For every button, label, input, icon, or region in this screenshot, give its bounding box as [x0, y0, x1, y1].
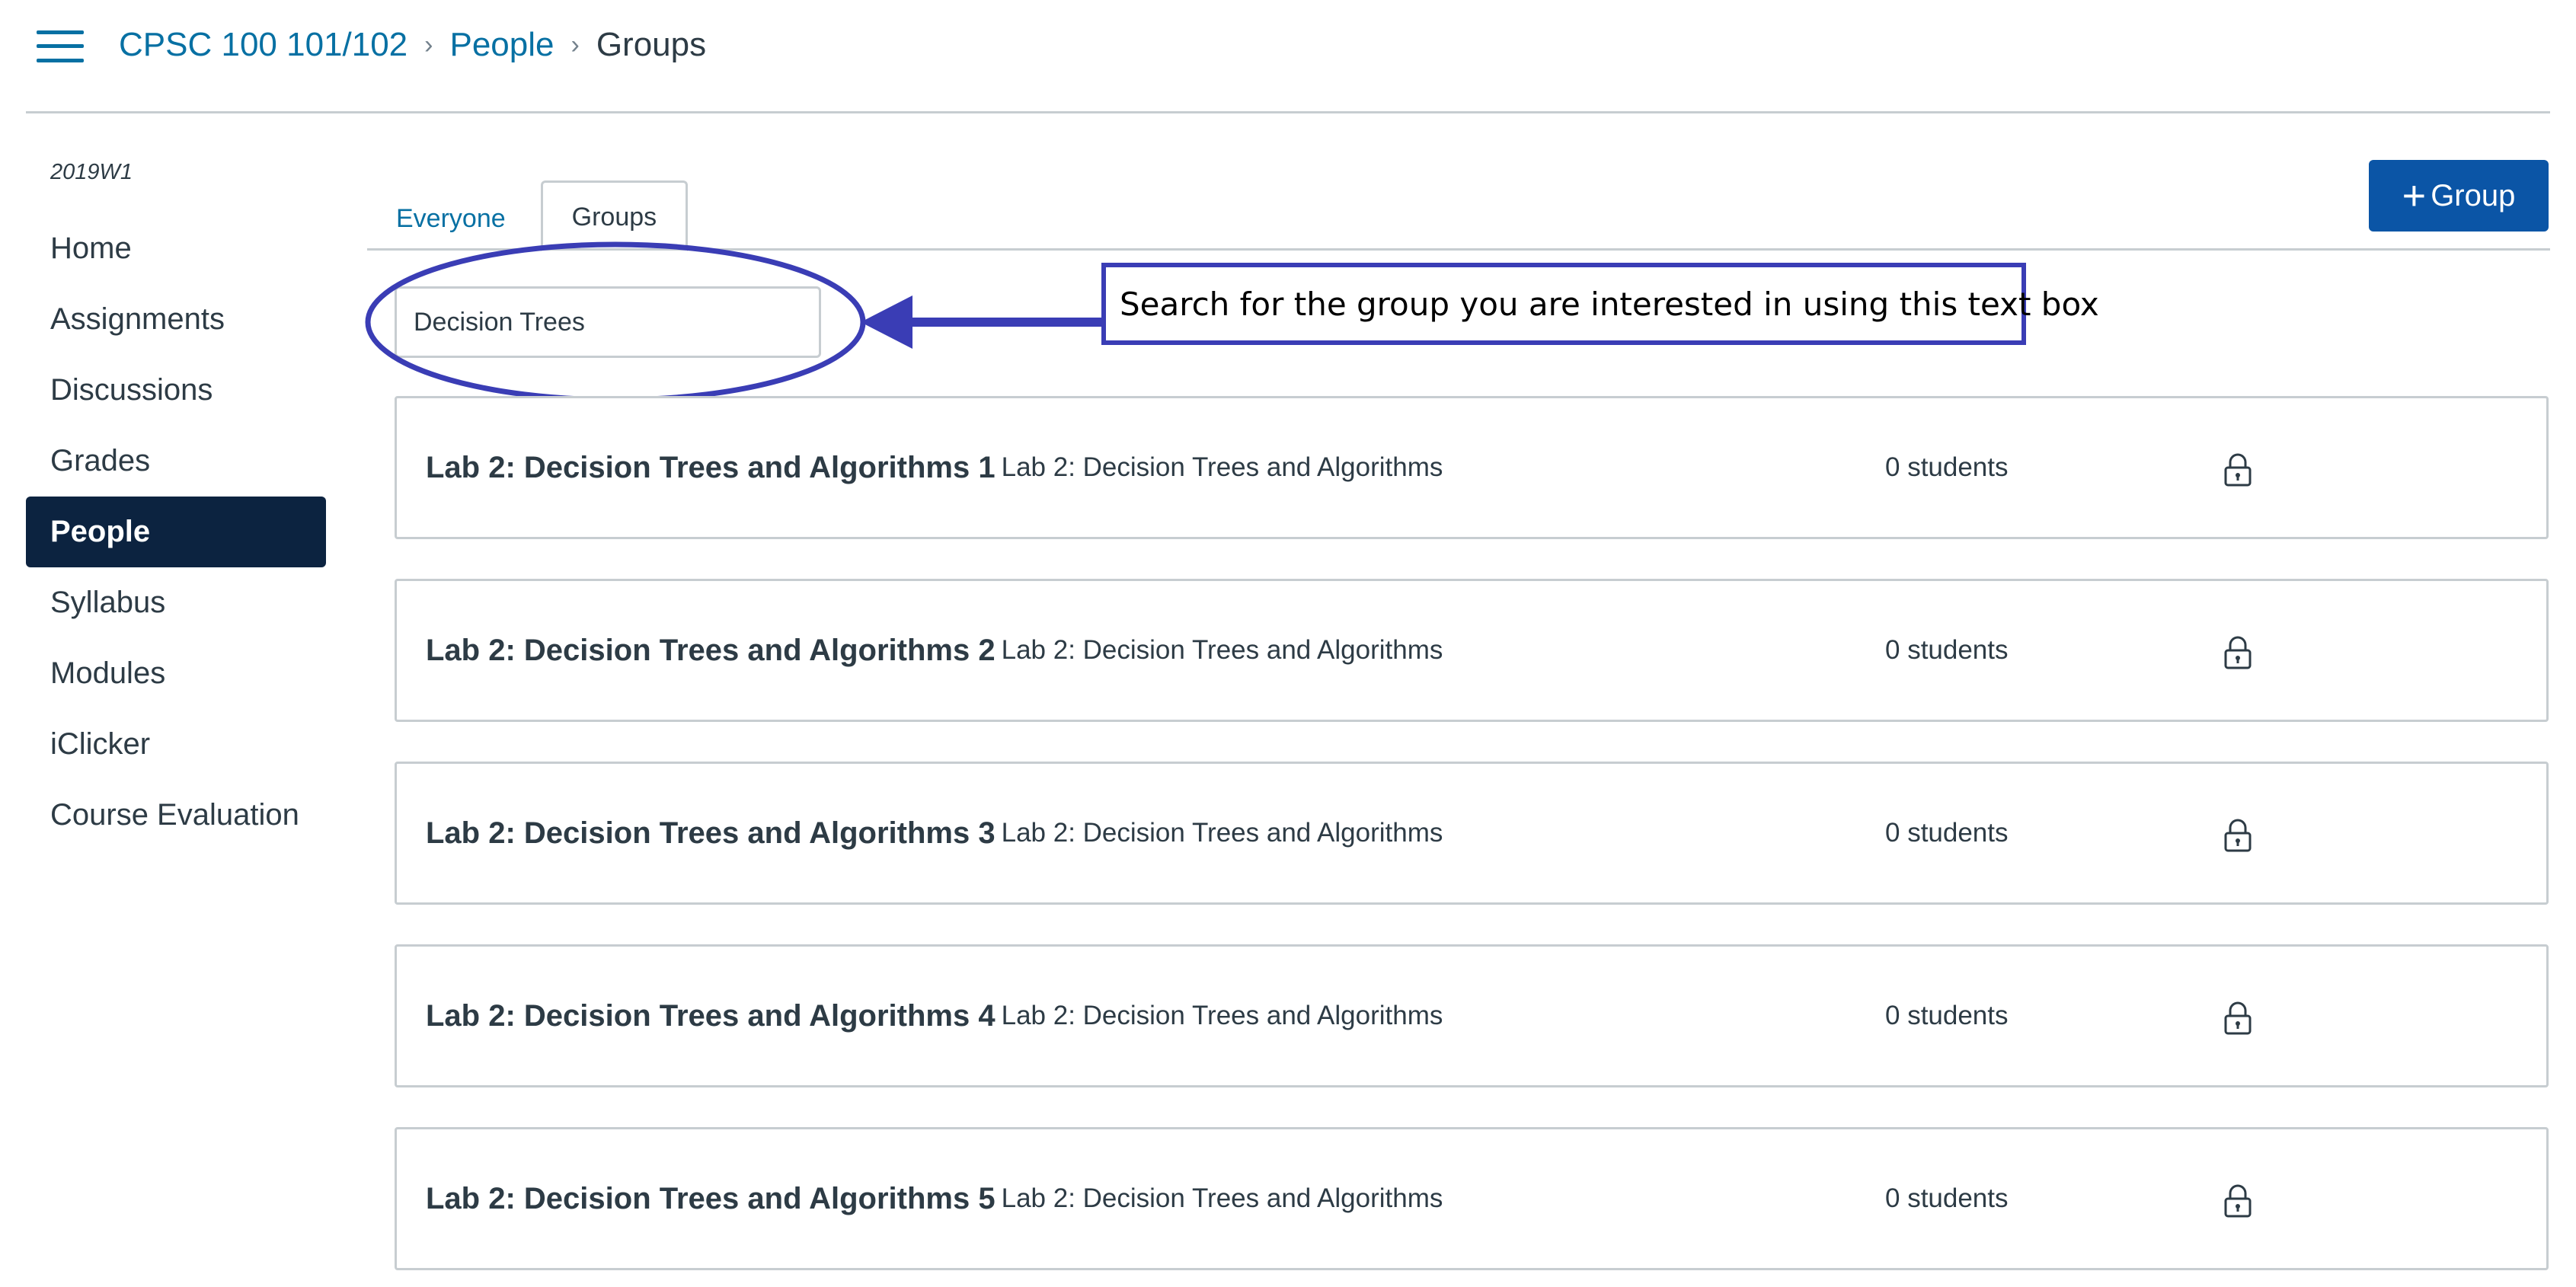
nav-item-assignments[interactable]: Assignments — [26, 284, 326, 355]
breadcrumb-course-link[interactable]: CPSC 100 101/102 — [119, 26, 407, 64]
lock-icon[interactable] — [2223, 819, 2252, 852]
group-category: Lab 2: Decision Trees and Algorithms — [1001, 818, 1443, 848]
group-name: Lab 2: Decision Trees and Algorithms 5 — [426, 1181, 996, 1215]
people-tabs: Everyone Groups — [367, 178, 689, 251]
add-group-label: Group — [2431, 178, 2516, 212]
nav-item-discussions[interactable]: Discussions — [26, 355, 326, 426]
term-label: 2019W1 — [50, 160, 133, 184]
nav-item-iclicker[interactable]: iClicker — [26, 709, 326, 780]
annotation-arrowhead-icon — [861, 295, 912, 349]
group-name: Lab 2: Decision Trees and Algorithms 3 — [426, 816, 996, 850]
breadcrumb-current: Groups — [596, 26, 707, 63]
group-name: Lab 2: Decision Trees and Algorithms 2 — [426, 633, 996, 667]
course-navigation: Home Assignments Discussions Grades Peop… — [26, 213, 326, 851]
group-card[interactable]: Lab 2: Decision Trees and Algorithms 2 L… — [395, 579, 2549, 722]
student-count: 0 students — [1885, 635, 2009, 665]
group-category: Lab 2: Decision Trees and Algorithms — [1001, 1183, 1443, 1213]
lock-icon[interactable] — [2223, 1001, 2252, 1035]
group-name: Lab 2: Decision Trees and Algorithms 1 — [426, 450, 996, 484]
lock-icon[interactable] — [2223, 453, 2252, 487]
breadcrumb: CPSC 100 101/102 › People › Groups — [119, 18, 706, 72]
group-category: Lab 2: Decision Trees and Algorithms — [1001, 452, 1443, 482]
student-count: 0 students — [1885, 1183, 2009, 1213]
nav-item-grades[interactable]: Grades — [26, 426, 326, 497]
student-count: 0 students — [1885, 1001, 2009, 1030]
group-card[interactable]: Lab 2: Decision Trees and Algorithms 3 L… — [395, 762, 2549, 905]
hamburger-menu-icon[interactable] — [37, 30, 84, 62]
add-group-button[interactable]: + Group — [2369, 160, 2549, 232]
lock-icon[interactable] — [2223, 636, 2252, 669]
group-card[interactable]: Lab 2: Decision Trees and Algorithms 4 L… — [395, 944, 2549, 1087]
nav-item-course-evaluation[interactable]: Course Evaluation — [26, 780, 326, 851]
breadcrumb-separator-icon: › — [570, 30, 580, 59]
lock-icon[interactable] — [2223, 1184, 2252, 1218]
group-card[interactable]: Lab 2: Decision Trees and Algorithms 1 L… — [395, 396, 2549, 539]
nav-item-modules[interactable]: Modules — [26, 638, 326, 709]
annotation-callout: Search for the group you are interested … — [1101, 263, 2099, 345]
tab-everyone[interactable]: Everyone — [367, 188, 535, 249]
header-divider — [26, 111, 2550, 113]
nav-item-home[interactable]: Home — [26, 213, 326, 284]
plus-icon: + — [2402, 173, 2427, 219]
student-count: 0 students — [1885, 818, 2009, 848]
group-category: Lab 2: Decision Trees and Algorithms — [1001, 635, 1443, 665]
group-card[interactable]: Lab 2: Decision Trees and Algorithms 5 L… — [395, 1127, 2549, 1270]
breadcrumb-people-link[interactable]: People — [449, 26, 554, 64]
tabs-divider — [367, 248, 2550, 251]
student-count: 0 students — [1885, 452, 2009, 482]
nav-item-syllabus[interactable]: Syllabus — [26, 567, 326, 638]
group-name: Lab 2: Decision Trees and Algorithms 4 — [426, 998, 996, 1033]
nav-item-people[interactable]: People — [26, 497, 326, 567]
group-search-input[interactable] — [395, 286, 821, 358]
tab-groups[interactable]: Groups — [540, 180, 689, 251]
breadcrumb-separator-icon: › — [424, 30, 433, 59]
group-category: Lab 2: Decision Trees and Algorithms — [1001, 1001, 1443, 1030]
